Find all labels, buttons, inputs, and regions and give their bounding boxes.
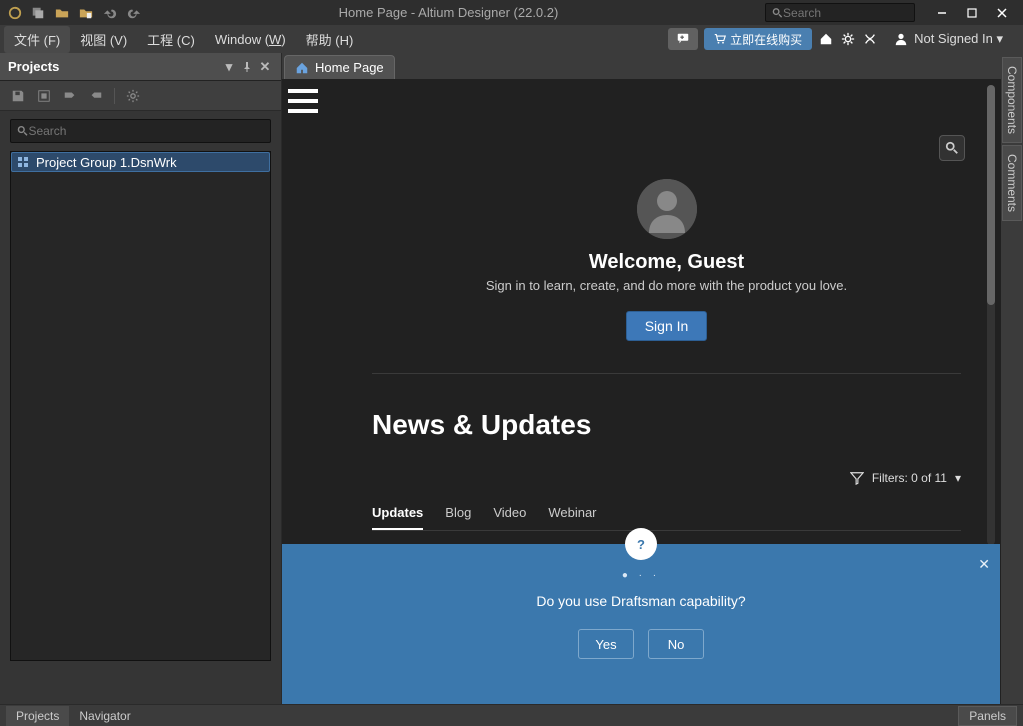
home-icon[interactable] bbox=[818, 31, 834, 47]
vcs-icon[interactable] bbox=[62, 88, 78, 104]
tab-blog[interactable]: Blog bbox=[445, 505, 471, 530]
global-search-input[interactable] bbox=[783, 6, 908, 20]
menu-bar: 文件 (F) 视图 (V) 工程 (C) Window (W) 帮助 (H) 立… bbox=[0, 25, 1023, 53]
panels-button[interactable]: Panels bbox=[958, 706, 1017, 726]
menu-view[interactable]: 视图 (V) bbox=[70, 26, 137, 53]
feedback-button[interactable] bbox=[668, 28, 698, 50]
news-heading: News & Updates bbox=[372, 409, 961, 441]
compile-icon[interactable] bbox=[36, 88, 52, 104]
status-bar: Projects Navigator Panels bbox=[0, 704, 1023, 726]
cart-icon bbox=[714, 33, 726, 45]
workspace-icon bbox=[16, 155, 30, 169]
maximize-button[interactable] bbox=[957, 1, 987, 25]
menu-toggle-button[interactable] bbox=[288, 89, 318, 113]
projects-panel-title: Projects bbox=[8, 59, 59, 74]
menu-project[interactable]: 工程 (C) bbox=[137, 26, 205, 53]
welcome-title: Welcome, Guest bbox=[372, 251, 961, 274]
survey-close-button[interactable]: ✕ bbox=[978, 556, 990, 573]
survey-badge-icon: ? bbox=[625, 528, 657, 560]
survey-progress-dots: ● · · bbox=[282, 570, 1000, 581]
user-icon bbox=[894, 32, 908, 46]
projects-tree[interactable]: Project Group 1.DsnWrk bbox=[10, 151, 271, 661]
save-icon[interactable] bbox=[10, 88, 26, 104]
status-tab-projects[interactable]: Projects bbox=[6, 706, 69, 726]
panel-pin-icon[interactable] bbox=[239, 59, 255, 75]
welcome-subtitle: Sign in to learn, create, and do more wi… bbox=[372, 278, 961, 293]
account-menu[interactable]: Not Signed In ▾ bbox=[884, 27, 1013, 51]
search-icon bbox=[772, 7, 783, 19]
tab-video[interactable]: Video bbox=[493, 505, 526, 530]
projects-search[interactable] bbox=[10, 119, 271, 143]
guest-avatar bbox=[637, 179, 697, 239]
projects-search-input[interactable] bbox=[28, 124, 264, 138]
undo-icon[interactable] bbox=[100, 3, 120, 23]
project-group-row[interactable]: Project Group 1.DsnWrk bbox=[11, 152, 270, 172]
right-rail: Components Comments bbox=[1001, 53, 1023, 704]
projects-panel: Projects ▾ ✕ Project Group 1.DsnWrk bbox=[0, 53, 282, 704]
open-document-icon[interactable] bbox=[76, 3, 96, 23]
survey-banner: ? ✕ ● · · Do you use Draftsman capabilit… bbox=[282, 544, 1000, 704]
app-logo-icon bbox=[6, 4, 24, 22]
save-all-icon[interactable] bbox=[28, 3, 48, 23]
menu-help[interactable]: 帮助 (H) bbox=[296, 26, 364, 53]
title-bar: Home Page - Altium Designer (22.0.2) bbox=[0, 0, 1023, 25]
tab-updates[interactable]: Updates bbox=[372, 505, 423, 530]
home-page-content: Welcome, Guest Sign in to learn, create,… bbox=[282, 79, 1001, 704]
buy-now-button[interactable]: 立即在线购买 bbox=[704, 28, 812, 50]
tab-home-page[interactable]: Home Page bbox=[284, 55, 395, 79]
content-search-button[interactable] bbox=[939, 135, 965, 161]
panel-dropdown-icon[interactable]: ▾ bbox=[221, 59, 237, 75]
projects-toolbar bbox=[0, 81, 281, 111]
scrollbar[interactable] bbox=[987, 85, 995, 545]
search-icon bbox=[17, 125, 28, 137]
chevron-down-icon: ▾ bbox=[955, 471, 961, 485]
comments-tab[interactable]: Comments bbox=[1002, 145, 1022, 221]
gear-icon[interactable] bbox=[125, 88, 141, 104]
filter-icon bbox=[850, 471, 864, 485]
vcs2-icon[interactable] bbox=[88, 88, 104, 104]
survey-yes-button[interactable]: Yes bbox=[578, 629, 634, 659]
home-icon bbox=[295, 61, 309, 75]
tab-webinar[interactable]: Webinar bbox=[548, 505, 596, 530]
minimize-button[interactable] bbox=[927, 1, 957, 25]
extensions-icon[interactable] bbox=[862, 31, 878, 47]
project-group-label: Project Group 1.DsnWrk bbox=[36, 155, 177, 170]
news-filters[interactable]: Filters: 0 of 11 ▾ bbox=[372, 471, 961, 485]
open-folder-icon[interactable] bbox=[52, 3, 72, 23]
window-title: Home Page - Altium Designer (22.0.2) bbox=[144, 5, 753, 20]
close-button[interactable] bbox=[987, 1, 1017, 25]
speech-bubble-icon bbox=[676, 32, 690, 46]
panel-close-icon[interactable]: ✕ bbox=[257, 59, 273, 75]
global-search[interactable] bbox=[765, 3, 915, 22]
settings-icon[interactable] bbox=[840, 31, 856, 47]
center-pane: Home Page Welcome, Guest Sign in to lear… bbox=[282, 53, 1001, 704]
status-tab-navigator[interactable]: Navigator bbox=[69, 706, 140, 726]
components-tab[interactable]: Components bbox=[1002, 57, 1022, 143]
menu-window[interactable]: Window (W) bbox=[205, 28, 296, 51]
search-icon bbox=[945, 141, 959, 155]
survey-question: Do you use Draftsman capability? bbox=[282, 593, 1000, 609]
sign-in-button[interactable]: Sign In bbox=[626, 311, 708, 341]
menu-file[interactable]: 文件 (F) bbox=[4, 26, 70, 53]
survey-no-button[interactable]: No bbox=[648, 629, 704, 659]
redo-icon[interactable] bbox=[124, 3, 144, 23]
